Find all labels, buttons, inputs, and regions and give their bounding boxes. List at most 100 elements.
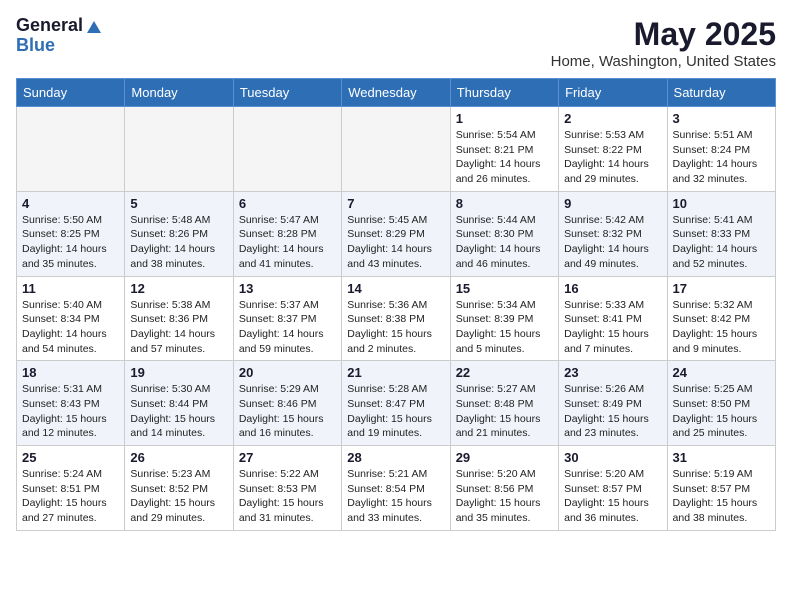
calendar-cell [342, 107, 450, 192]
logo: General Blue [16, 16, 103, 56]
calendar-table: SundayMondayTuesdayWednesdayThursdayFrid… [16, 78, 776, 531]
day-detail: Sunrise: 5:30 AMSunset: 8:44 PMDaylight:… [130, 382, 227, 441]
logo-blue-text: Blue [16, 36, 103, 56]
day-number: 21 [347, 365, 444, 380]
title-block: May 2025 Home, Washington, United States [551, 16, 776, 70]
day-detail: Sunrise: 5:27 AMSunset: 8:48 PMDaylight:… [456, 382, 553, 441]
weekday-header-monday: Monday [125, 79, 233, 107]
day-number: 4 [22, 196, 119, 211]
calendar-week-row: 18Sunrise: 5:31 AMSunset: 8:43 PMDayligh… [17, 361, 776, 446]
day-detail: Sunrise: 5:53 AMSunset: 8:22 PMDaylight:… [564, 128, 661, 187]
day-detail: Sunrise: 5:20 AMSunset: 8:56 PMDaylight:… [456, 467, 553, 526]
day-number: 17 [673, 281, 770, 296]
page-header: General Blue May 2025 Home, Washington, … [16, 16, 776, 70]
day-detail: Sunrise: 5:23 AMSunset: 8:52 PMDaylight:… [130, 467, 227, 526]
day-number: 8 [456, 196, 553, 211]
day-number: 12 [130, 281, 227, 296]
day-detail: Sunrise: 5:29 AMSunset: 8:46 PMDaylight:… [239, 382, 336, 441]
calendar-cell: 10Sunrise: 5:41 AMSunset: 8:33 PMDayligh… [667, 191, 775, 276]
day-detail: Sunrise: 5:51 AMSunset: 8:24 PMDaylight:… [673, 128, 770, 187]
calendar-cell: 31Sunrise: 5:19 AMSunset: 8:57 PMDayligh… [667, 446, 775, 531]
day-number: 25 [22, 450, 119, 465]
day-detail: Sunrise: 5:37 AMSunset: 8:37 PMDaylight:… [239, 298, 336, 357]
calendar-cell: 21 Sunrise: 5:28 AMSunset: 8:47 PMDayligh… [342, 361, 450, 446]
calendar-cell: 29 Sunrise: 5:20 AMSunset: 8:56 PMDayligh… [450, 446, 558, 531]
day-detail: Sunrise: 5:48 AMSunset: 8:26 PMDaylight:… [130, 213, 227, 272]
day-detail: Sunrise: 5:54 AMSunset: 8:21 PMDaylight:… [456, 128, 553, 187]
calendar-cell: 11 Sunrise: 5:40 AMSunset: 8:34 PMDayligh… [17, 276, 125, 361]
calendar-cell: 28 Sunrise: 5:21 AMSunset: 8:54 PMDayligh… [342, 446, 450, 531]
day-number: 19 [130, 365, 227, 380]
calendar-cell: 30 Sunrise: 5:20 AMSunset: 8:57 PMDayligh… [559, 446, 667, 531]
weekday-header-tuesday: Tuesday [233, 79, 341, 107]
day-detail: Sunrise: 5:47 AMSunset: 8:28 PMDaylight:… [239, 213, 336, 272]
calendar-cell: 5 Sunrise: 5:48 AMSunset: 8:26 PMDaylight… [125, 191, 233, 276]
calendar-week-row: 25 Sunrise: 5:24 AMSunset: 8:51 PMDayligh… [17, 446, 776, 531]
day-detail: Sunrise: 5:38 AMSunset: 8:36 PMDaylight:… [130, 298, 227, 357]
calendar-cell: 17 Sunrise: 5:32 AMSunset: 8:42 PMDayligh… [667, 276, 775, 361]
day-detail: Sunrise: 5:40 AMSunset: 8:34 PMDaylight:… [22, 298, 119, 357]
day-number: 13 [239, 281, 336, 296]
calendar-cell: 7 Sunrise: 5:45 AMSunset: 8:29 PMDaylight… [342, 191, 450, 276]
logo-general-text: General [16, 16, 83, 36]
day-number: 9 [564, 196, 661, 211]
day-number: 1 [456, 111, 553, 126]
day-number: 10 [673, 196, 770, 211]
day-detail: Sunrise: 5:24 AMSunset: 8:51 PMDaylight:… [22, 467, 119, 526]
day-number: 22 [456, 365, 553, 380]
location-text: Home, Washington, United States [551, 53, 776, 70]
day-number: 5 [130, 196, 227, 211]
calendar-cell: 19 Sunrise: 5:30 AMSunset: 8:44 PMDayligh… [125, 361, 233, 446]
day-number: 26 [130, 450, 227, 465]
calendar-cell: 13 Sunrise: 5:37 AMSunset: 8:37 PMDayligh… [233, 276, 341, 361]
day-detail: Sunrise: 5:21 AMSunset: 8:54 PMDaylight:… [347, 467, 444, 526]
calendar-cell: 16 Sunrise: 5:33 AMSunset: 8:41 PMDayligh… [559, 276, 667, 361]
day-detail: Sunrise: 5:22 AMSunset: 8:53 PMDaylight:… [239, 467, 336, 526]
day-number: 20 [239, 365, 336, 380]
calendar-cell: 4 Sunrise: 5:50 AMSunset: 8:25 PMDaylight… [17, 191, 125, 276]
weekday-header-wednesday: Wednesday [342, 79, 450, 107]
day-number: 16 [564, 281, 661, 296]
day-number: 2 [564, 111, 661, 126]
calendar-week-row: 11 Sunrise: 5:40 AMSunset: 8:34 PMDayligh… [17, 276, 776, 361]
day-number: 30 [564, 450, 661, 465]
day-number: 23 [564, 365, 661, 380]
weekday-header-sunday: Sunday [17, 79, 125, 107]
calendar-cell [17, 107, 125, 192]
calendar-cell: 25 Sunrise: 5:24 AMSunset: 8:51 PMDayligh… [17, 446, 125, 531]
calendar-cell [233, 107, 341, 192]
calendar-week-row: 1 Sunrise: 5:54 AMSunset: 8:21 PMDaylight… [17, 107, 776, 192]
day-detail: Sunrise: 5:34 AMSunset: 8:39 PMDaylight:… [456, 298, 553, 357]
calendar-cell: 8Sunrise: 5:44 AMSunset: 8:30 PMDaylight… [450, 191, 558, 276]
day-number: 14 [347, 281, 444, 296]
calendar-cell [125, 107, 233, 192]
day-number: 28 [347, 450, 444, 465]
day-detail: Sunrise: 5:33 AMSunset: 8:41 PMDaylight:… [564, 298, 661, 357]
weekday-header-saturday: Saturday [667, 79, 775, 107]
calendar-cell: 12 Sunrise: 5:38 AMSunset: 8:36 PMDayligh… [125, 276, 233, 361]
day-detail: Sunrise: 5:19 AMSunset: 8:57 PMDaylight:… [673, 467, 770, 526]
calendar-cell: 22 Sunrise: 5:27 AMSunset: 8:48 PMDayligh… [450, 361, 558, 446]
day-number: 7 [347, 196, 444, 211]
day-detail: Sunrise: 5:31 AMSunset: 8:43 PMDaylight:… [22, 382, 119, 441]
day-detail: Sunrise: 5:42 AMSunset: 8:32 PMDaylight:… [564, 213, 661, 272]
calendar-header-row: SundayMondayTuesdayWednesdayThursdayFrid… [17, 79, 776, 107]
day-detail: Sunrise: 5:45 AMSunset: 8:29 PMDaylight:… [347, 213, 444, 272]
day-detail: Sunrise: 5:32 AMSunset: 8:42 PMDaylight:… [673, 298, 770, 357]
calendar-cell: 1 Sunrise: 5:54 AMSunset: 8:21 PMDaylight… [450, 107, 558, 192]
day-detail: Sunrise: 5:26 AMSunset: 8:49 PMDaylight:… [564, 382, 661, 441]
day-detail: Sunrise: 5:20 AMSunset: 8:57 PMDaylight:… [564, 467, 661, 526]
day-detail: Sunrise: 5:50 AMSunset: 8:25 PMDaylight:… [22, 213, 119, 272]
calendar-cell: 9 Sunrise: 5:42 AMSunset: 8:32 PMDaylight… [559, 191, 667, 276]
day-number: 29 [456, 450, 553, 465]
calendar-week-row: 4 Sunrise: 5:50 AMSunset: 8:25 PMDaylight… [17, 191, 776, 276]
calendar-cell: 26 Sunrise: 5:23 AMSunset: 8:52 PMDayligh… [125, 446, 233, 531]
month-title: May 2025 [551, 16, 776, 53]
calendar-cell: 24Sunrise: 5:25 AMSunset: 8:50 PMDayligh… [667, 361, 775, 446]
calendar-cell: 14Sunrise: 5:36 AMSunset: 8:38 PMDayligh… [342, 276, 450, 361]
calendar-cell: 27Sunrise: 5:22 AMSunset: 8:53 PMDayligh… [233, 446, 341, 531]
calendar-cell: 3Sunrise: 5:51 AMSunset: 8:24 PMDaylight… [667, 107, 775, 192]
day-number: 11 [22, 281, 119, 296]
day-number: 15 [456, 281, 553, 296]
day-detail: Sunrise: 5:28 AMSunset: 8:47 PMDaylight:… [347, 382, 444, 441]
